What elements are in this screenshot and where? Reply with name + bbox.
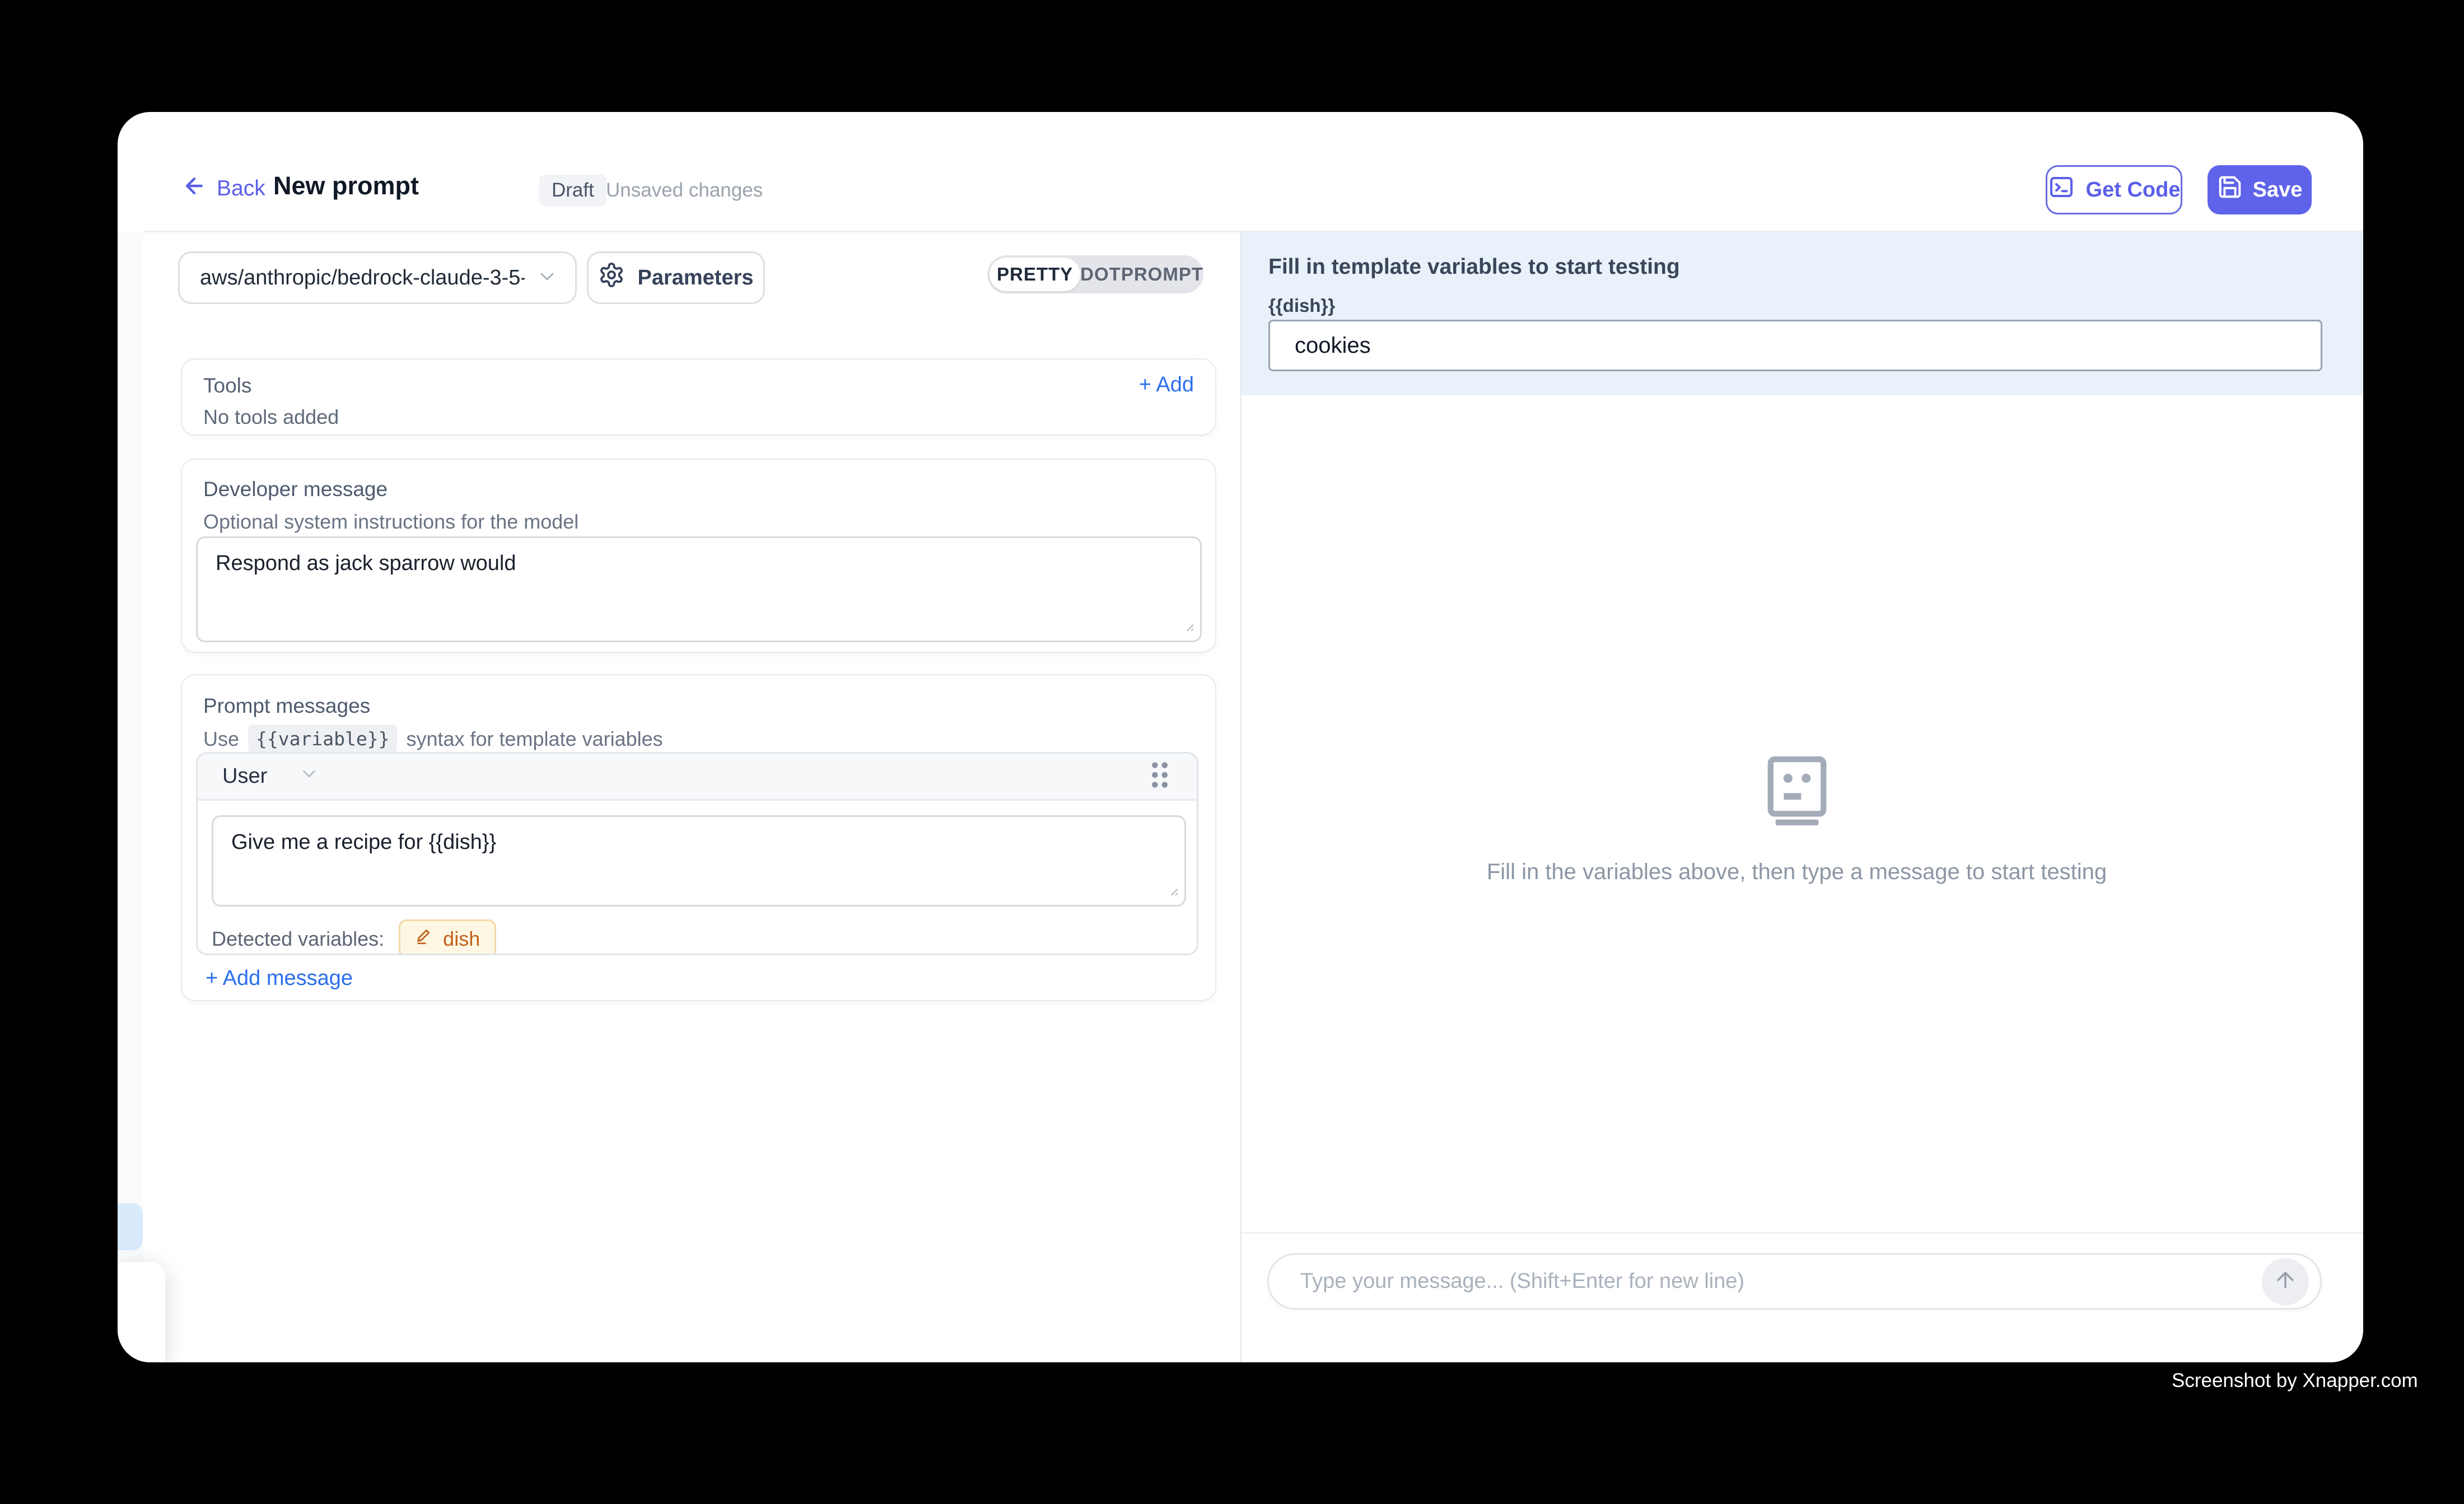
tools-card: Tools + Add No tools added	[181, 358, 1216, 436]
chat-divider	[1242, 1232, 2363, 1234]
detected-variables-label: Detected variables:	[212, 927, 384, 951]
terminal-icon	[2048, 174, 2075, 206]
save-icon	[2217, 174, 2243, 205]
message-role-header: User	[198, 754, 1197, 801]
toggle-pretty[interactable]: PRETTY	[990, 258, 1080, 291]
view-mode-toggle: PRETTY DOTPROMPT	[987, 255, 1203, 293]
get-code-label: Get Code	[2086, 178, 2181, 202]
test-empty-state: Fill in the variables above, then type a…	[1242, 756, 2352, 885]
variable-syntax-chip: {{variable}}	[248, 725, 397, 753]
unsaved-changes-text: Unsaved changes	[606, 179, 763, 202]
add-tool-button[interactable]: + Add	[1139, 373, 1194, 397]
chevron-down-icon	[298, 763, 320, 790]
detached-corner-panel	[118, 1262, 165, 1362]
attribution-text: Screenshot by Xnapper.com	[2172, 1370, 2418, 1392]
developer-message-subtitle: Optional system instructions for the mod…	[203, 510, 578, 534]
left-rail	[118, 232, 143, 1362]
prompt-messages-title: Prompt messages	[203, 694, 370, 718]
back-label: Back	[217, 176, 265, 201]
template-variables-hint: Use {{variable}} syntax for template var…	[203, 725, 663, 753]
variables-panel: Fill in template variables to start test…	[1242, 232, 2363, 395]
arrow-up-icon	[2273, 1268, 2298, 1295]
prompt-message-block: User Give me a recipe for {{dish}} Detec…	[196, 752, 1198, 955]
save-button[interactable]: Save	[2208, 165, 2312, 214]
toggle-dotprompt[interactable]: DOTPROMPT	[1080, 264, 1203, 285]
detected-variables-row: Detected variables: dish	[212, 919, 496, 955]
variable-value-input[interactable]	[1268, 320, 2322, 371]
model-select[interactable]: aws/anthropic/bedrock-claude-3-5-s...	[178, 251, 577, 304]
test-empty-text: Fill in the variables above, then type a…	[1242, 860, 2352, 885]
variable-badge-label: dish	[443, 927, 480, 951]
send-button[interactable]	[2262, 1258, 2309, 1305]
pencil-icon	[415, 927, 434, 951]
arrow-left-icon	[182, 174, 207, 204]
robot-face-icon	[1763, 756, 1831, 828]
developer-message-input[interactable]: Respond as jack sparrow would	[196, 536, 1202, 642]
model-select-value: aws/anthropic/bedrock-claude-3-5-s...	[200, 266, 525, 290]
hint-suffix: syntax for template variables	[406, 727, 662, 751]
role-select-value: User	[222, 764, 267, 788]
gear-icon	[598, 261, 625, 294]
variable-field-label: {{dish}}	[1268, 295, 1335, 316]
chevron-down-icon	[536, 265, 558, 291]
variable-badge-dish[interactable]: dish	[399, 919, 496, 955]
user-message-input[interactable]: Give me a recipe for {{dish}}	[212, 815, 1186, 907]
parameters-button[interactable]: Parameters	[587, 251, 765, 304]
developer-message-title: Developer message	[203, 478, 388, 501]
get-code-button[interactable]: Get Code	[2046, 165, 2182, 214]
tools-title: Tools	[203, 374, 251, 398]
variables-panel-title: Fill in template variables to start test…	[1268, 255, 1680, 279]
chat-input-bar	[1267, 1253, 2322, 1310]
back-button[interactable]: Back	[182, 172, 265, 205]
add-message-button[interactable]: + Add message	[206, 966, 353, 991]
prompt-messages-card: Prompt messages Use {{variable}} syntax …	[181, 674, 1216, 1001]
prompt-editor-window: Back New prompt Draft Unsaved changes Ge…	[118, 112, 2363, 1362]
drag-handle-icon[interactable]	[1145, 758, 1174, 795]
status-badge: Draft	[539, 175, 606, 206]
parameters-label: Parameters	[637, 266, 753, 290]
left-rail-active-item[interactable]	[118, 1203, 143, 1250]
save-label: Save	[2253, 178, 2303, 202]
chat-message-input[interactable]	[1300, 1269, 2262, 1293]
tools-empty-text: No tools added	[203, 405, 339, 429]
hint-prefix: Use	[203, 727, 239, 751]
role-select[interactable]: User	[222, 763, 320, 790]
developer-message-card: Developer message Optional system instru…	[181, 459, 1216, 653]
page-title: New prompt	[273, 171, 419, 200]
